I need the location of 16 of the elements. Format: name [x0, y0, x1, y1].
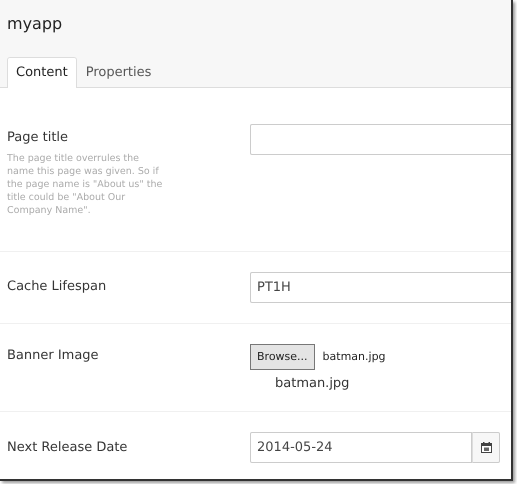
current-file-name: batman.jpg — [275, 375, 350, 393]
date-field[interactable]: 2014-05-24 — [250, 432, 472, 462]
field-label: Next Release Date — [7, 438, 128, 456]
app-title: myapp — [7, 13, 64, 35]
field-description: The page title overrules the name this page was given. So if the page name is "About us" the title could be "About Our Company Name". — [7, 152, 164, 216]
field-label: Page title — [7, 129, 70, 147]
field-label: Cache Lifespan — [7, 278, 108, 296]
text-field[interactable] — [250, 124, 511, 155]
calendar-icon — [480, 442, 492, 452]
browse-button[interactable]: Browse... — [250, 344, 315, 370]
text-field[interactable]: PT1H — [250, 272, 511, 302]
tab[interactable]: Properties — [76, 56, 160, 88]
calendar-button[interactable] — [472, 432, 500, 462]
field-label: Banner Image — [7, 346, 100, 364]
file-name: batman.jpg — [322, 348, 386, 364]
tab[interactable]: Content — [7, 56, 77, 88]
